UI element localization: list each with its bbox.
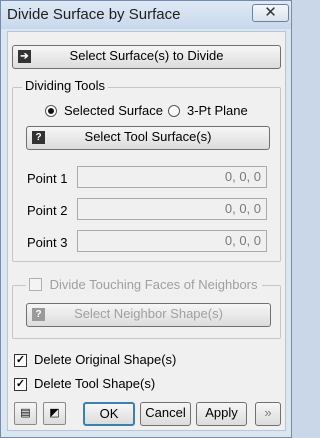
radio-3pt-plane[interactable] (168, 105, 180, 117)
delete-original-label[interactable]: Delete Original Shape(s) (34, 352, 176, 367)
neighbors-caption-wrap: Divide Touching Faces of Neighbors (26, 277, 262, 292)
select-surfaces-to-divide-button[interactable]: ➔ Select Surface(s) to Divide (12, 45, 281, 69)
point-3-label: Point 3 (27, 235, 68, 250)
ok-label: OK (99, 406, 119, 421)
point-1-field[interactable]: 0, 0, 0 (77, 166, 267, 188)
title-bar[interactable]: Divide Surface by Surface ✕ (1, 1, 291, 29)
question-icon: ? (32, 308, 45, 321)
delete-tool-label[interactable]: Delete Tool Shape(s) (34, 376, 155, 391)
cancel-button[interactable]: Cancel (140, 402, 191, 426)
apply-button[interactable]: Apply (196, 402, 247, 426)
dividing-tools-caption: Dividing Tools (22, 78, 108, 93)
dialog-client-area: ➔ Select Surface(s) to Divide Dividing T… (7, 31, 286, 431)
window-title: Divide Surface by Surface (7, 6, 181, 23)
arrow-into-box-icon: ➔ (18, 50, 31, 63)
cancel-label: Cancel (145, 405, 186, 420)
divide-touching-faces-checkbox[interactable] (29, 278, 42, 291)
point-1-label: Point 1 (27, 171, 68, 186)
radio-3pt-plane-label[interactable]: 3-Pt Plane (187, 103, 248, 118)
select-neighbor-shapes-label: Select Neighbor Shape(s) (74, 306, 223, 321)
point-3-field[interactable]: 0, 0, 0 (77, 230, 267, 252)
divide-touching-faces-label[interactable]: Divide Touching Faces of Neighbors (50, 277, 258, 292)
question-icon: ? (32, 131, 45, 144)
eraser-button[interactable]: ◩ (43, 402, 66, 425)
ok-button[interactable]: OK (83, 402, 135, 426)
point-2-label: Point 2 (27, 203, 68, 218)
close-button[interactable]: ✕ (252, 4, 289, 22)
delete-tool-checkbox[interactable]: ✓ (14, 378, 27, 391)
eraser-icon: ◩ (49, 407, 60, 419)
dialog-settings-icon: ▤ (20, 407, 31, 419)
point-2-field[interactable]: 0, 0, 0 (77, 198, 267, 220)
select-surfaces-label: Select Surface(s) to Divide (69, 48, 224, 63)
delete-original-checkbox[interactable]: ✓ (14, 354, 27, 367)
close-icon: ✕ (264, 4, 277, 21)
dialog-settings-button[interactable]: ▤ (14, 402, 37, 425)
radio-selected-surface-label[interactable]: Selected Surface (64, 103, 163, 118)
select-neighbor-shapes-button[interactable]: ? Select Neighbor Shape(s) (26, 303, 271, 327)
more-icon: » (264, 405, 272, 420)
more-button[interactable]: » (255, 402, 281, 426)
radio-selected-surface[interactable] (45, 105, 57, 117)
dialog-window: Divide Surface by Surface ✕ ➔ Select Sur… (0, 0, 292, 438)
select-tool-surfaces-button[interactable]: ? Select Tool Surface(s) (26, 126, 270, 150)
select-tool-surfaces-label: Select Tool Surface(s) (84, 129, 212, 144)
apply-label: Apply (205, 405, 238, 420)
